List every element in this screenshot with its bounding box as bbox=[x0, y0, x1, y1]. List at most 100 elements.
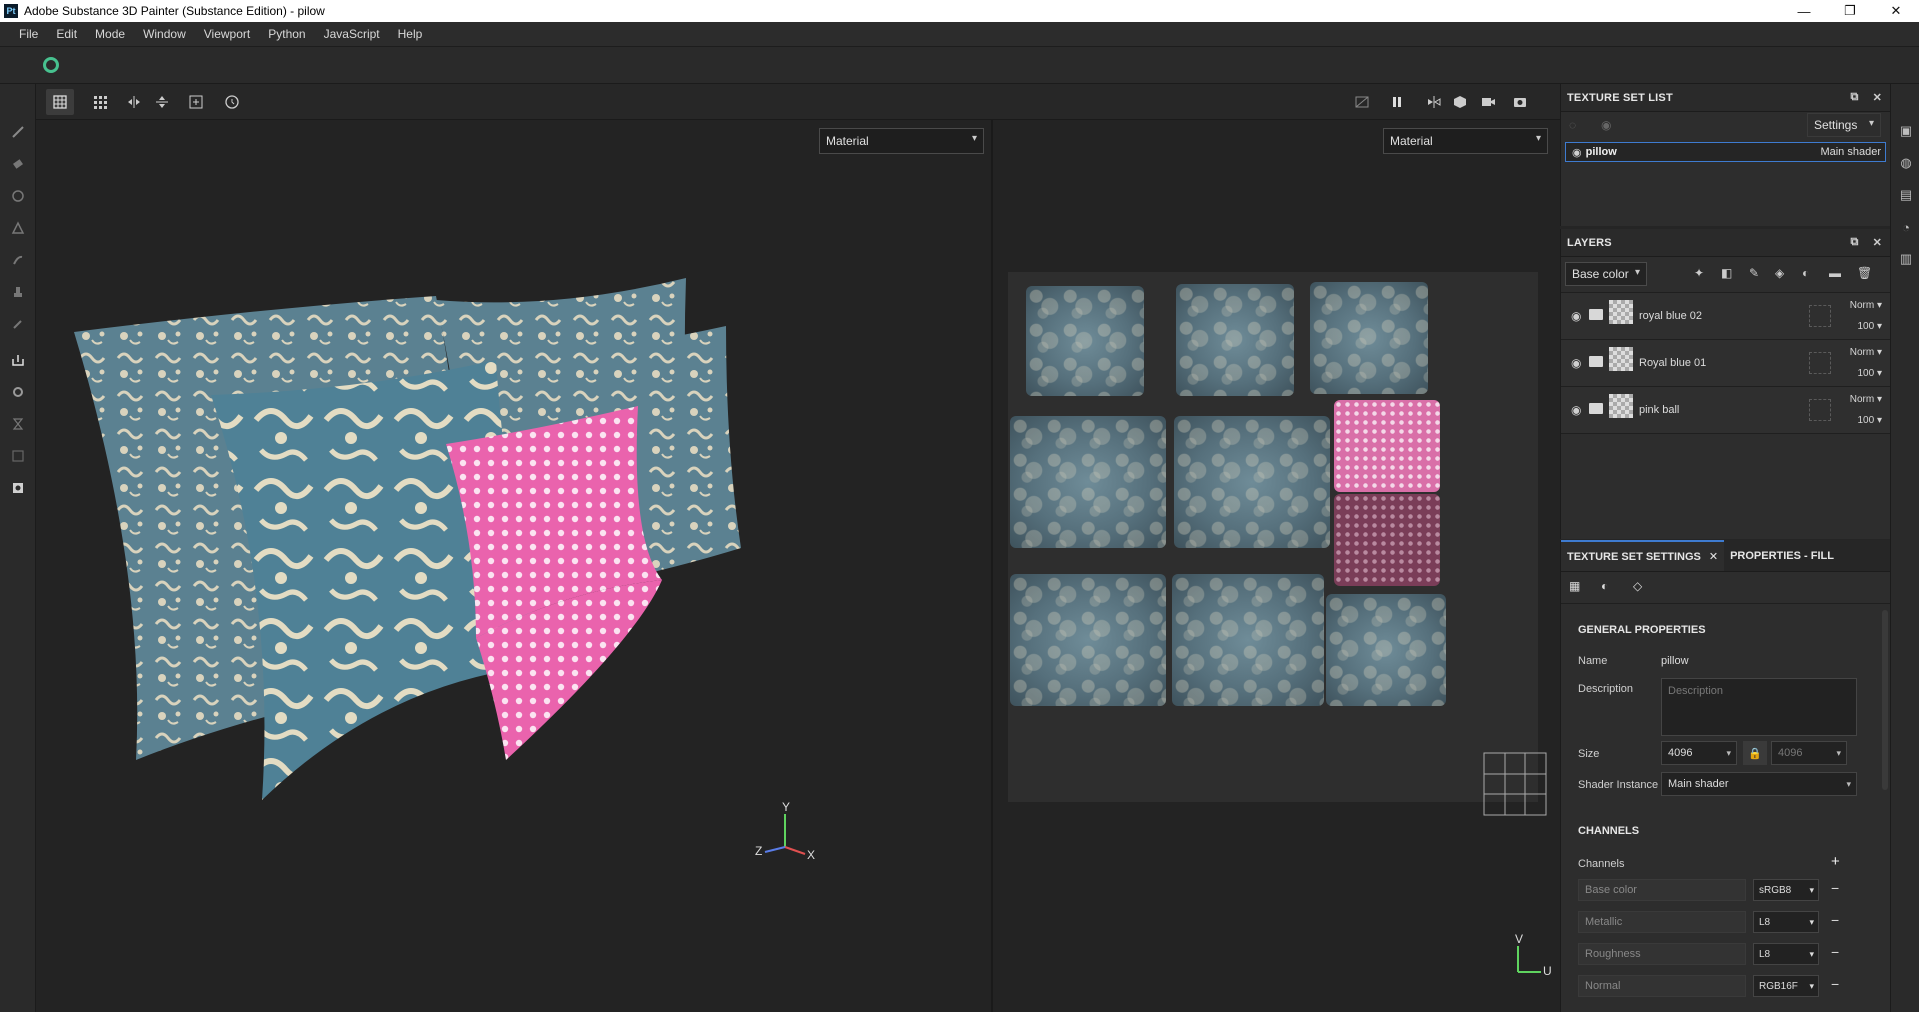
mask-slot[interactable] bbox=[1809, 352, 1831, 374]
add-effect-icon[interactable]: ✦ bbox=[1694, 266, 1704, 280]
screenshot-icon[interactable] bbox=[1506, 89, 1534, 115]
projection-icon[interactable] bbox=[8, 186, 28, 206]
close-tab-icon[interactable]: ✕ bbox=[1709, 550, 1718, 563]
split-view-icon[interactable] bbox=[1420, 89, 1448, 115]
remove-channel-button[interactable]: − bbox=[1831, 880, 1839, 896]
close-window-button[interactable]: ✕ bbox=[1873, 0, 1919, 22]
hide-all-icon[interactable]: ◌ bbox=[1569, 118, 1576, 132]
menu-edit[interactable]: Edit bbox=[47, 27, 86, 41]
add-mask-icon[interactable]: ◧ bbox=[1721, 266, 1732, 280]
uv-icon[interactable]: ◇ bbox=[1633, 579, 1642, 593]
hide-overlay-icon[interactable] bbox=[1348, 89, 1376, 115]
history-icon[interactable]: ◔ bbox=[1897, 218, 1915, 236]
blend-mode-select[interactable]: Norm ▾ bbox=[1850, 347, 1882, 358]
channel-format-select[interactable]: L8 ▾ bbox=[1753, 911, 1819, 933]
mask-slot[interactable] bbox=[1809, 305, 1831, 327]
menu-window[interactable]: Window bbox=[134, 27, 195, 41]
channel-format-select[interactable]: RGB16F ▾ bbox=[1753, 975, 1819, 997]
remove-channel-button[interactable]: − bbox=[1831, 912, 1839, 928]
camera-icon[interactable] bbox=[1474, 89, 1502, 115]
sync-status-icon[interactable] bbox=[43, 57, 59, 73]
minimize-button[interactable]: — bbox=[1781, 0, 1827, 22]
float-panel-icon[interactable]: ⧉ bbox=[1851, 236, 1859, 249]
history-icon[interactable] bbox=[218, 89, 246, 115]
polygon-fill-icon[interactable] bbox=[8, 218, 28, 238]
description-field[interactable]: Description bbox=[1661, 678, 1857, 736]
channel-format-select[interactable]: sRGB8 ▾ bbox=[1753, 879, 1819, 901]
remove-channel-button[interactable]: − bbox=[1831, 976, 1839, 992]
panel-scrollbar[interactable] bbox=[1882, 610, 1888, 790]
shader-instance-select[interactable]: Main shader ▾ bbox=[1661, 772, 1857, 796]
name-value[interactable]: pillow bbox=[1661, 655, 1689, 667]
uv-island bbox=[1326, 594, 1446, 706]
eye-icon[interactable]: ◉ bbox=[1572, 146, 1582, 159]
add-frame-icon[interactable] bbox=[182, 89, 210, 115]
menu-mode[interactable]: Mode bbox=[86, 27, 134, 41]
close-panel-icon[interactable]: ✕ bbox=[1873, 236, 1882, 249]
lock-icon[interactable]: 🔒 bbox=[1743, 741, 1767, 765]
add-fill-layer-icon[interactable]: ◈ bbox=[1775, 266, 1784, 280]
eye-icon[interactable]: ◉ bbox=[1571, 403, 1581, 417]
log-icon[interactable]: ▥ bbox=[1897, 250, 1915, 268]
uv-tool-icon[interactable] bbox=[8, 446, 28, 466]
shader-settings-icon[interactable]: ◍ bbox=[1897, 154, 1915, 172]
2d-view-mode-select[interactable]: Material ▾ bbox=[1383, 128, 1548, 154]
bake-icon[interactable] bbox=[8, 350, 28, 370]
bake-settings-icon[interactable]: ▦ bbox=[1569, 579, 1580, 593]
tab-properties-fill[interactable]: PROPERTIES - FILL bbox=[1724, 540, 1840, 571]
size-select[interactable]: 4096 ▾ bbox=[1661, 741, 1737, 765]
viewport-2d[interactable]: Material ▾ V U bbox=[993, 120, 1560, 1012]
layer-row[interactable]: ◉ Royal blue 01 Norm ▾ 100 ▾ bbox=[1561, 340, 1890, 387]
viewport-3d[interactable]: Material ▾ Y X Z bbox=[36, 120, 991, 1012]
menu-help[interactable]: Help bbox=[389, 27, 432, 41]
opacity-select[interactable]: 100 ▾ bbox=[1858, 415, 1883, 426]
mask-slot[interactable] bbox=[1809, 399, 1831, 421]
paint-brush-icon[interactable] bbox=[8, 122, 28, 142]
symmetry-y-icon[interactable] bbox=[148, 89, 176, 115]
export-icon[interactable] bbox=[8, 478, 28, 498]
material-picker-icon[interactable] bbox=[8, 314, 28, 334]
channel-format-select[interactable]: L8 ▾ bbox=[1753, 943, 1819, 965]
menu-file[interactable]: File bbox=[10, 27, 47, 41]
texture-set-settings-select[interactable]: Settings ▾ bbox=[1807, 113, 1881, 137]
symmetry-x-icon[interactable] bbox=[120, 89, 148, 115]
pause-icon[interactable] bbox=[1383, 89, 1411, 115]
menu-python[interactable]: Python bbox=[259, 27, 314, 41]
opacity-select[interactable]: 100 ▾ bbox=[1858, 368, 1883, 379]
3d-cube-icon[interactable] bbox=[1446, 89, 1474, 115]
menu-javascript[interactable]: JavaScript bbox=[315, 27, 389, 41]
tab-texture-set-settings[interactable]: TEXTURE SET SETTINGS ✕ bbox=[1561, 540, 1725, 571]
tiling-view-icon[interactable] bbox=[86, 89, 114, 115]
channel-select[interactable]: Base color ▾ bbox=[1565, 262, 1647, 286]
blend-mode-select[interactable]: Norm ▾ bbox=[1850, 300, 1882, 311]
menu-viewport[interactable]: Viewport bbox=[195, 27, 259, 41]
blend-mode-select[interactable]: Norm ▾ bbox=[1850, 394, 1882, 405]
clone-stamp-icon[interactable] bbox=[8, 282, 28, 302]
material-icon[interactable]: ◐ bbox=[1601, 579, 1608, 593]
remove-channel-button[interactable]: − bbox=[1831, 944, 1839, 960]
layer-row[interactable]: ◉ pink ball Norm ▾ 100 ▾ bbox=[1561, 387, 1890, 434]
add-folder-icon[interactable]: ▬ bbox=[1829, 266, 1841, 280]
smudge-icon[interactable] bbox=[8, 250, 28, 270]
maximize-button[interactable]: ❐ bbox=[1827, 0, 1873, 22]
eye-icon[interactable]: ◉ bbox=[1571, 356, 1581, 370]
assets-icon[interactable]: ▤ bbox=[1897, 186, 1915, 204]
add-channel-button[interactable]: + bbox=[1831, 853, 1840, 870]
grid-view-icon[interactable] bbox=[46, 89, 74, 115]
eraser-icon[interactable] bbox=[8, 154, 28, 174]
add-smart-material-icon[interactable]: ◐ bbox=[1802, 266, 1809, 280]
display-settings-icon[interactable]: ▣ bbox=[1897, 122, 1915, 140]
float-panel-icon[interactable]: ⧉ bbox=[1851, 91, 1859, 104]
settings-gear-icon[interactable] bbox=[8, 382, 28, 402]
panel-tabs: TEXTURE SET SETTINGS ✕ PROPERTIES - FILL bbox=[1561, 540, 1890, 572]
delete-layer-icon[interactable]: 🗑 bbox=[1857, 266, 1872, 280]
close-panel-icon[interactable]: ✕ bbox=[1873, 91, 1882, 104]
layer-row[interactable]: ◉ royal blue 02 Norm ▾ 100 ▾ bbox=[1561, 293, 1890, 340]
texture-set-item[interactable]: ◉ pillow Main shader bbox=[1565, 142, 1886, 162]
add-paint-layer-icon[interactable]: ✎ bbox=[1749, 266, 1759, 280]
uv-tile-grid-icon[interactable] bbox=[1483, 752, 1547, 816]
eye-icon[interactable]: ◉ bbox=[1571, 309, 1581, 323]
hourglass-icon[interactable] bbox=[8, 414, 28, 434]
show-all-icon[interactable]: ◉ bbox=[1601, 118, 1611, 132]
opacity-select[interactable]: 100 ▾ bbox=[1858, 321, 1883, 332]
